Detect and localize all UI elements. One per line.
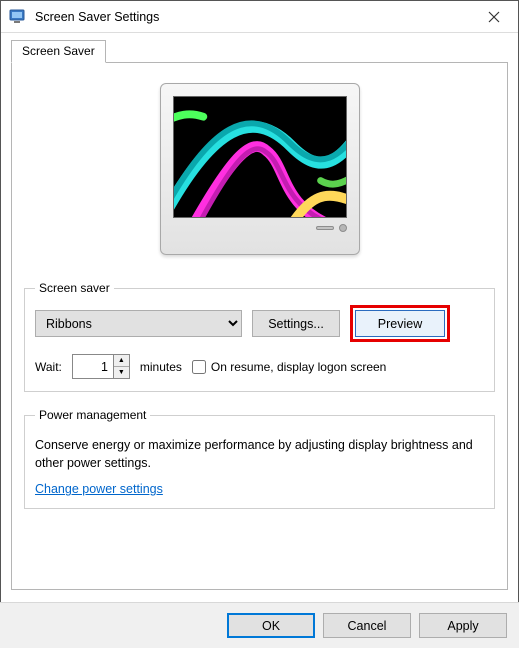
tabbar: Screen Saver — [11, 39, 508, 62]
screensaver-select[interactable]: Ribbons — [35, 310, 242, 337]
wait-spin-down[interactable]: ▼ — [114, 367, 129, 378]
power-group: Power management Conserve energy or maxi… — [24, 408, 495, 509]
content-area: Screen Saver — [1, 33, 518, 590]
wait-input[interactable] — [73, 355, 113, 378]
apply-button[interactable]: Apply — [419, 613, 507, 638]
tabpanel: Screen saver Ribbons Settings... Preview… — [11, 62, 508, 590]
resume-text: On resume, display logon screen — [211, 360, 386, 374]
wait-spin-up[interactable]: ▲ — [114, 355, 129, 367]
power-text: Conserve energy or maximize performance … — [35, 436, 484, 472]
wait-stepper[interactable]: ▲ ▼ — [72, 354, 130, 379]
settings-button[interactable]: Settings... — [252, 310, 340, 337]
titlebar: Screen Saver Settings — [1, 1, 518, 33]
tab-screen-saver[interactable]: Screen Saver — [11, 40, 106, 63]
screensaver-legend: Screen saver — [35, 281, 114, 295]
ok-button[interactable]: OK — [227, 613, 315, 638]
screensaver-group: Screen saver Ribbons Settings... Preview… — [24, 281, 495, 392]
monitor-slot-icon — [316, 226, 334, 230]
wait-unit: minutes — [140, 360, 182, 374]
app-icon — [9, 8, 27, 26]
change-power-link[interactable]: Change power settings — [35, 482, 163, 496]
preview-button[interactable]: Preview — [355, 310, 445, 337]
resume-checkbox[interactable] — [192, 360, 206, 374]
power-legend: Power management — [35, 408, 150, 422]
cancel-button[interactable]: Cancel — [323, 613, 411, 638]
close-button[interactable] — [472, 2, 516, 32]
screen-preview — [173, 96, 347, 218]
preview-highlight: Preview — [350, 305, 450, 342]
wait-label: Wait: — [35, 360, 62, 374]
window-title: Screen Saver Settings — [35, 10, 472, 24]
footer: OK Cancel Apply — [0, 602, 519, 648]
monitor-graphic — [160, 83, 360, 255]
resume-checkbox-label[interactable]: On resume, display logon screen — [192, 360, 386, 374]
monitor-button-icon — [339, 224, 347, 232]
preview-area — [24, 83, 495, 255]
